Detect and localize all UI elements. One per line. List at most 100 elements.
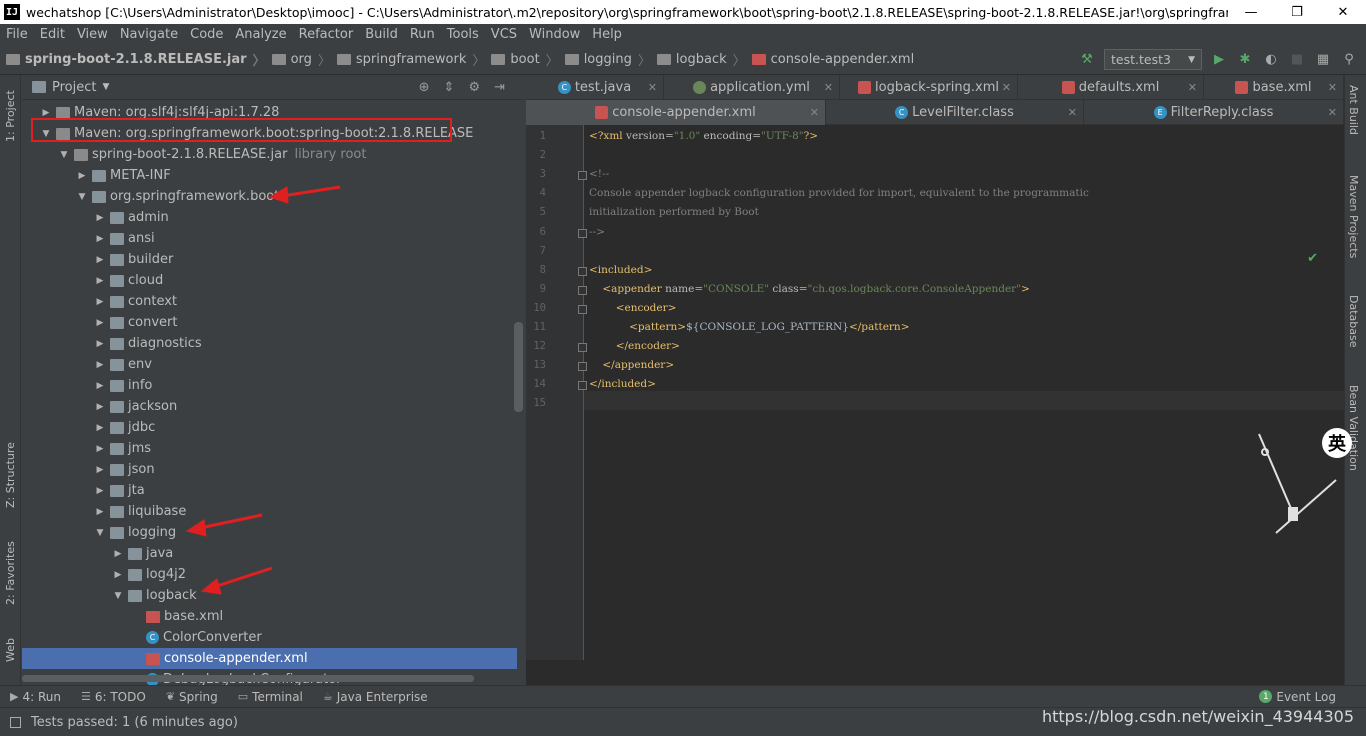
- tree-scrollbar-horizontal[interactable]: [22, 675, 474, 682]
- collapsed-arrow-icon[interactable]: ▶: [40, 108, 52, 118]
- locate-icon[interactable]: ⊕: [419, 80, 430, 95]
- collapsed-arrow-icon[interactable]: ▶: [112, 549, 124, 559]
- tree-node[interactable]: C ColorConverter: [22, 627, 517, 648]
- close-button[interactable]: ✕: [1320, 5, 1366, 20]
- collapsed-arrow-icon[interactable]: ▶: [94, 234, 106, 244]
- fold-marker-icon[interactable]: [578, 362, 587, 372]
- editor-tab[interactable]: Ctest.java ✕: [526, 75, 664, 100]
- search-everywhere-icon[interactable]: ⚲: [1340, 51, 1358, 69]
- tree-node[interactable]: ▶ log4j2: [22, 564, 517, 585]
- collapsed-arrow-icon[interactable]: ▶: [94, 255, 106, 265]
- bottom-tab[interactable]: ☕ Java Enterprise: [313, 690, 438, 704]
- bottom-tab[interactable]: ☰ 6: TODO: [71, 690, 156, 704]
- close-tab-icon[interactable]: ✕: [1188, 81, 1197, 94]
- breadcrumb-item[interactable]: logback 〉: [651, 50, 746, 69]
- project-panel-title[interactable]: Project: [52, 80, 96, 95]
- tree-scrollbar-vertical[interactable]: [514, 322, 523, 412]
- tree-node[interactable]: ▶ jdbc: [22, 417, 517, 438]
- collapsed-arrow-icon[interactable]: ▶: [94, 381, 106, 391]
- editor-tab[interactable]: C LevelFilter.class ✕: [826, 100, 1084, 125]
- editor-tab[interactable]: base.xml ✕: [1204, 75, 1344, 100]
- collapse-all-icon[interactable]: ⇕: [444, 80, 455, 95]
- expanded-arrow-icon[interactable]: ▼: [94, 528, 106, 538]
- tree-node[interactable]: ▼ spring-boot-2.1.8.RELEASE.jar library ro…: [22, 144, 517, 165]
- tree-node[interactable]: ▶ META-INF: [22, 165, 517, 186]
- collapsed-arrow-icon[interactable]: ▶: [94, 276, 106, 286]
- fold-marker-icon[interactable]: [578, 285, 587, 295]
- tree-node[interactable]: ▶ builder: [22, 249, 517, 270]
- tab-database[interactable]: Database: [1347, 295, 1360, 348]
- tree-node[interactable]: ▼ org.springframework.boot: [22, 186, 517, 207]
- tree-node[interactable]: ▶ json: [22, 459, 517, 480]
- collapsed-arrow-icon[interactable]: ▶: [112, 570, 124, 580]
- tree-node[interactable]: ▶ jms: [22, 438, 517, 459]
- menu-edit[interactable]: Edit: [34, 27, 71, 42]
- debug-icon[interactable]: ✱: [1236, 51, 1254, 69]
- expanded-arrow-icon[interactable]: ▼: [112, 591, 124, 601]
- maximize-button[interactable]: ❐: [1274, 5, 1320, 20]
- close-tab-icon[interactable]: ✕: [824, 81, 833, 94]
- coverage-icon[interactable]: ◐: [1262, 51, 1280, 69]
- status-panel-icon[interactable]: [10, 716, 21, 728]
- menu-vcs[interactable]: VCS: [485, 27, 523, 42]
- collapsed-arrow-icon[interactable]: ▶: [94, 423, 106, 433]
- fold-marker-icon[interactable]: [578, 304, 587, 314]
- editor-tab[interactable]: console-appender.xml ✕: [526, 100, 826, 125]
- tab-favorites[interactable]: 2: Favorites: [0, 533, 21, 613]
- menu-build[interactable]: Build: [359, 27, 404, 42]
- menu-view[interactable]: View: [71, 27, 114, 42]
- bottom-tab[interactable]: ▭ Terminal: [228, 690, 313, 704]
- tree-node[interactable]: ▶ env: [22, 354, 517, 375]
- tab-structure[interactable]: Z: Structure: [0, 430, 21, 520]
- tree-node[interactable]: ▶ admin: [22, 207, 517, 228]
- close-tab-icon[interactable]: ✕: [810, 106, 819, 119]
- gear-icon[interactable]: ⚙: [468, 80, 480, 95]
- expanded-arrow-icon[interactable]: ▼: [58, 150, 70, 160]
- tree-node[interactable]: ▶ liquibase: [22, 501, 517, 522]
- close-tab-icon[interactable]: ✕: [1068, 106, 1077, 119]
- menu-help[interactable]: Help: [586, 27, 628, 42]
- collapsed-arrow-icon[interactable]: ▶: [94, 360, 106, 370]
- tree-node[interactable]: ▶ diagnostics: [22, 333, 517, 354]
- close-tab-icon[interactable]: ✕: [648, 81, 657, 94]
- close-tab-icon[interactable]: ✕: [1328, 81, 1337, 94]
- menu-file[interactable]: File: [0, 27, 34, 42]
- fold-marker-icon[interactable]: [578, 381, 587, 391]
- ime-indicator[interactable]: 英: [1322, 428, 1352, 458]
- fold-marker-icon[interactable]: [578, 228, 587, 238]
- close-tab-icon[interactable]: ✕: [1002, 81, 1011, 94]
- breadcrumb-item[interactable]: springframework 〉: [331, 50, 485, 69]
- tree-node[interactable]: ▶ cloud: [22, 270, 517, 291]
- run-configuration-select[interactable]: test.test3 ▼: [1104, 49, 1202, 70]
- breadcrumb-item[interactable]: logging 〉: [559, 50, 651, 69]
- build-hammer-icon[interactable]: ⚒: [1078, 51, 1096, 69]
- tree-node[interactable]: ▶ info: [22, 375, 517, 396]
- tree-node[interactable]: base.xml: [22, 606, 517, 627]
- collapsed-arrow-icon[interactable]: ▶: [94, 318, 106, 328]
- menu-navigate[interactable]: Navigate: [114, 27, 184, 42]
- tab-bean-validation[interactable]: Bean Validation: [1347, 385, 1360, 471]
- tab-maven-projects[interactable]: Maven Projects: [1347, 175, 1360, 258]
- collapsed-arrow-icon[interactable]: ▶: [76, 171, 88, 181]
- menu-code[interactable]: Code: [184, 27, 229, 42]
- event-log-tab[interactable]: 1 Event Log: [1249, 690, 1346, 704]
- collapsed-arrow-icon[interactable]: ▶: [94, 297, 106, 307]
- menu-analyze[interactable]: Analyze: [229, 27, 292, 42]
- close-tab-icon[interactable]: ✕: [1328, 106, 1337, 119]
- tree-node[interactable]: ▶ jta: [22, 480, 517, 501]
- expanded-arrow-icon[interactable]: ▼: [76, 192, 88, 202]
- tree-node[interactable]: ▼ logging: [22, 522, 517, 543]
- menu-window[interactable]: Window: [523, 27, 586, 42]
- collapsed-arrow-icon[interactable]: ▶: [94, 465, 106, 475]
- bottom-tab[interactable]: ❦ Spring: [156, 690, 228, 704]
- editor-tab[interactable]: defaults.xml ✕: [1018, 75, 1204, 100]
- tree-node[interactable]: ▶ jackson: [22, 396, 517, 417]
- tree-node[interactable]: console-appender.xml: [22, 648, 517, 669]
- collapsed-arrow-icon[interactable]: ▶: [94, 486, 106, 496]
- collapsed-arrow-icon[interactable]: ▶: [94, 444, 106, 454]
- editor-tab[interactable]: application.yml ✕: [664, 75, 840, 100]
- run-icon[interactable]: ▶: [1210, 51, 1228, 69]
- fold-marker-icon[interactable]: [578, 171, 587, 181]
- fold-marker-icon[interactable]: [578, 266, 587, 276]
- menu-tools[interactable]: Tools: [441, 27, 485, 42]
